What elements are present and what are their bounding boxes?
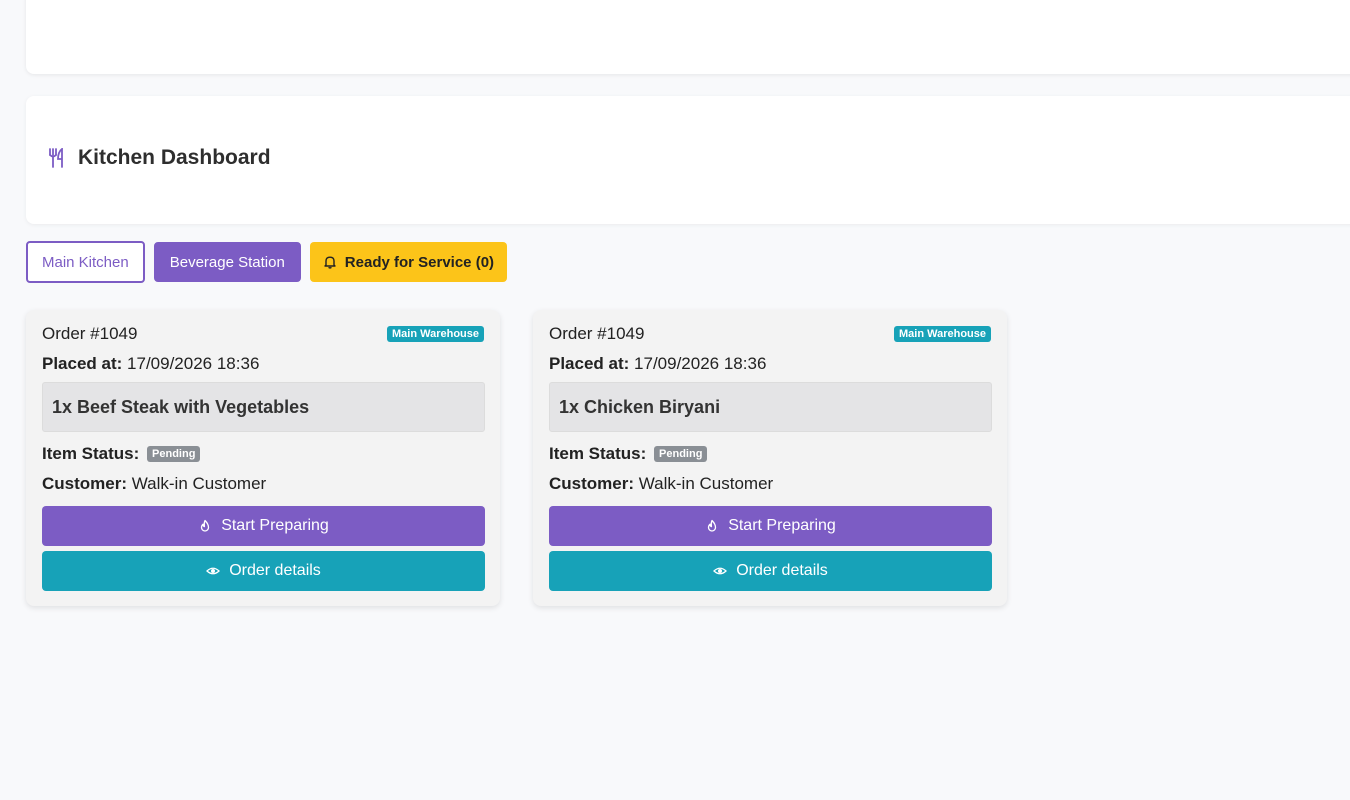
order-card: Order #1049 Main Warehouse Placed at: 17… — [533, 310, 1007, 606]
warehouse-badge: Main Warehouse — [894, 326, 991, 342]
order-item: 1x Chicken Biryani — [549, 382, 992, 432]
customer-label: Customer: — [42, 474, 128, 493]
eye-icon — [206, 564, 221, 578]
placed-at-value: 17/09/2026 18:36 — [127, 354, 260, 373]
status-badge: Pending — [654, 446, 708, 462]
status-badge: Pending — [147, 446, 201, 462]
item-status-label: Item Status: — [549, 444, 647, 463]
customer-value: Walk-in Customer — [638, 474, 774, 493]
bell-icon — [323, 255, 337, 269]
warehouse-badge: Main Warehouse — [387, 326, 484, 342]
order-card: Order #1049 Main Warehouse Placed at: 17… — [26, 310, 500, 606]
placed-at-value: 17/09/2026 18:36 — [634, 354, 767, 373]
customer-value: Walk-in Customer — [131, 474, 267, 493]
customer-label: Customer: — [549, 474, 635, 493]
start-preparing-button[interactable]: Start Preparing — [42, 506, 485, 546]
page-title: Kitchen Dashboard — [78, 146, 271, 169]
order-number: Order #1049 — [549, 324, 645, 343]
tab-label: Beverage Station — [169, 253, 285, 271]
tab-beverage-station[interactable]: Beverage Station — [153, 242, 301, 282]
order-details-button[interactable]: Order details — [549, 551, 992, 591]
page-title-row: Kitchen Dashboard — [48, 146, 271, 170]
button-label: Start Preparing — [221, 517, 329, 534]
tab-ready-for-service[interactable]: Ready for Service (0) — [309, 242, 508, 282]
item-status-row: Item Status: Pending — [42, 444, 201, 464]
order-item: 1x Beef Steak with Vegetables — [42, 382, 485, 432]
customer-row: Customer: Walk-in Customer — [42, 474, 266, 494]
item-status-label: Item Status: — [42, 444, 140, 463]
fire-icon — [198, 519, 212, 533]
tab-main-kitchen[interactable]: Main Kitchen — [26, 241, 145, 283]
placed-at-row: Placed at: 17/09/2026 18:36 — [549, 354, 766, 374]
eye-icon — [713, 564, 728, 578]
order-number: Order #1049 — [42, 324, 138, 343]
button-label: Start Preparing — [728, 517, 836, 534]
tab-label: Main Kitchen — [42, 253, 129, 271]
button-label: Order details — [229, 562, 321, 579]
dashboard-header: Kitchen Dashboard — [26, 96, 1350, 224]
tab-label: Ready for Service (0) — [344, 253, 495, 271]
station-tabs: Main Kitchen Beverage Station Ready for … — [26, 241, 508, 283]
item-status-row: Item Status: Pending — [549, 444, 708, 464]
button-label: Order details — [736, 562, 828, 579]
customer-row: Customer: Walk-in Customer — [549, 474, 773, 494]
order-details-button[interactable]: Order details — [42, 551, 485, 591]
utensils-icon — [48, 148, 66, 168]
start-preparing-button[interactable]: Start Preparing — [549, 506, 992, 546]
top-panel — [26, 0, 1350, 74]
placed-at-label: Placed at: — [42, 354, 123, 373]
fire-icon — [705, 519, 719, 533]
placed-at-label: Placed at: — [549, 354, 630, 373]
placed-at-row: Placed at: 17/09/2026 18:36 — [42, 354, 259, 374]
